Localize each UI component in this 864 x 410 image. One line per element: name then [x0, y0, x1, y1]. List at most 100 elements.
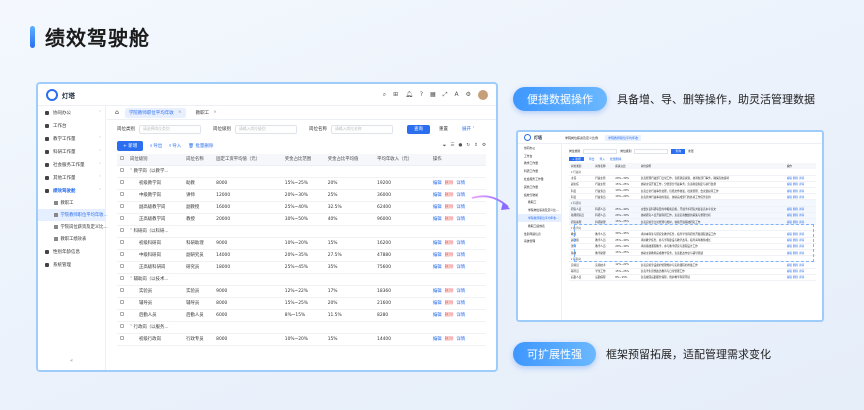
edit-link[interactable]: 编辑: [433, 313, 442, 318]
table-row[interactable]: 正高级教学岗 教授 20000 30%~50% 40% 96000 编辑 删除 详情: [117, 213, 486, 226]
group-cell[interactable]: ˅ 行政岗（以服务...: [127, 321, 486, 334]
detail-link[interactable]: 详情: [456, 301, 465, 306]
delete-link[interactable]: 删除: [445, 181, 454, 186]
table-row[interactable]: 后勤人员 后勤人员 6000 8%~15% 11.5% 8280 编辑 删除 详情: [117, 309, 486, 322]
row-select[interactable]: [117, 237, 127, 250]
collapse-button[interactable]: «: [38, 358, 105, 364]
delete-link[interactable]: 删除: [445, 289, 454, 294]
preview-table-row[interactable]: 后勤人员 后勤保障 8%~15% 负责校园后勤服务保障，维护教学科研环境 编辑 删除 详…: [569, 274, 816, 281]
edit-link[interactable]: 编辑: [433, 337, 442, 342]
preview-tab[interactable]: 学院岗位薪资及定义比例: [562, 135, 601, 141]
sidebar-item[interactable]: 其他工作量 ˅: [38, 171, 105, 184]
group-cell[interactable]: ˅ 辅助岗（以技术...: [127, 273, 486, 286]
add-button[interactable]: + 新增: [117, 141, 144, 151]
sidebar-subitem[interactable]: 学院教师职位平均年收...: [38, 209, 108, 221]
sidebar-subitem[interactable]: 教职工: [38, 197, 105, 209]
preview-import-button[interactable]: 导入: [599, 157, 605, 161]
table-row[interactable]: 中级科研岗 副研究员 14000 20%~35% 27.5% 47880 编辑 删除 详情: [117, 249, 486, 262]
avatar[interactable]: [478, 89, 488, 100]
preview-row-actions[interactable]: 编辑 删除 详情: [784, 274, 816, 281]
density-icon[interactable]: ⇕: [474, 143, 478, 149]
edit-link[interactable]: 编辑: [433, 253, 442, 258]
table-row[interactable]: 实验员 实验员 9000 12%~22% 17% 18360 编辑 删除 详情: [117, 285, 486, 298]
close-icon[interactable]: ×: [178, 110, 182, 115]
row-select[interactable]: [117, 225, 127, 238]
checkbox[interactable]: [120, 192, 124, 196]
edit-link[interactable]: 编辑: [433, 217, 442, 222]
checkbox[interactable]: [120, 288, 124, 292]
row-select[interactable]: [117, 189, 127, 202]
checkbox[interactable]: [120, 156, 124, 161]
checkbox[interactable]: [120, 216, 124, 220]
expand-filter-button[interactable]: 展开 ˅: [457, 125, 480, 134]
edit-link[interactable]: 编辑: [433, 205, 442, 210]
search-icon[interactable]: ⌕: [383, 91, 386, 99]
table-row[interactable]: 辅导员 辅导员 8000 15%~25% 20% 21600 编辑 删除 详情: [117, 297, 486, 310]
detail-link[interactable]: 详情: [456, 205, 465, 210]
font-size-icon[interactable]: A: [455, 91, 459, 98]
preview-sidebar-item[interactable]: 学院教师职位平均年收...: [518, 214, 561, 222]
detail-link[interactable]: 详情: [456, 265, 465, 270]
checkbox[interactable]: [120, 264, 124, 268]
group-cell[interactable]: ˅ 科研岗（以科研...: [127, 225, 486, 238]
job-level-input[interactable]: 请输入岗位级别: [235, 124, 297, 134]
row-select[interactable]: [117, 165, 127, 178]
delete-link[interactable]: 删除: [445, 337, 454, 342]
table-row[interactable]: ˅ 教学岗（以教学...: [117, 165, 486, 178]
preview-sidebar-item[interactable]: 教职工: [518, 199, 561, 207]
edit-link[interactable]: 编辑: [433, 241, 442, 246]
select-all-header[interactable]: [117, 154, 127, 166]
sidebar-item[interactable]: 绩效驾驶舱 ˅: [38, 184, 105, 197]
delete-link[interactable]: 删除: [445, 241, 454, 246]
apps-icon[interactable]: ⊞: [393, 91, 398, 98]
row-select[interactable]: [117, 333, 127, 346]
search-button[interactable]: 查询: [407, 124, 430, 134]
preview-add-button[interactable]: + 新增: [569, 157, 584, 161]
preview-sidebar-item[interactable]: 社会服务工作量: [518, 175, 561, 183]
detail-link[interactable]: 详情: [456, 289, 465, 294]
tab-avg-income[interactable]: 学院教师职位平均年收 ×: [124, 107, 186, 118]
row-select[interactable]: [117, 213, 127, 226]
sidebar-item[interactable]: 性别年龄信息: [38, 245, 105, 258]
settings-icon[interactable]: ⚙: [482, 143, 486, 149]
checkbox[interactable]: [120, 228, 124, 232]
row-select[interactable]: [117, 285, 127, 298]
preview-input[interactable]: [583, 148, 618, 154]
preview-reset-button[interactable]: 重置: [688, 149, 694, 153]
delete-link[interactable]: 删除: [445, 253, 454, 258]
delete-link[interactable]: 删除: [445, 193, 454, 198]
preview-batch-delete-button[interactable]: 批量删除: [610, 157, 621, 161]
preview-sidebar-item[interactable]: 绩效驾驶舱: [518, 191, 561, 199]
table-row[interactable]: 中级教学岗 讲师 12000 20%~30% 25% 36000 编辑 删除 详情: [117, 189, 486, 202]
sidebar-subitem[interactable]: 学院岗位薪资及定义比...: [38, 221, 108, 233]
table-row[interactable]: 正高级科研岗 研究员 18000 25%~45% 35% 75600 编辑 删除 详情: [117, 261, 486, 274]
row-select[interactable]: [117, 249, 127, 262]
checkbox[interactable]: [120, 204, 124, 208]
delete-link[interactable]: 删除: [445, 205, 454, 210]
edit-link[interactable]: 编辑: [433, 265, 442, 270]
reset-button[interactable]: 重置: [434, 125, 453, 134]
table-row[interactable]: 副高级教学岗 副教授 16000 25%~40% 32.5% 62400 编辑 删除 详情: [117, 201, 486, 214]
preview-input[interactable]: [634, 148, 669, 154]
row-select[interactable]: [117, 273, 127, 286]
github-icon[interactable]: ●: [458, 143, 462, 149]
sidebar-item[interactable]: 教学工作量 ˅: [38, 132, 105, 145]
checkbox[interactable]: [120, 240, 124, 244]
detail-link[interactable]: 详情: [456, 193, 465, 198]
export-button[interactable]: ⭳ 导出: [150, 142, 162, 150]
table-row[interactable]: ˅ 辅助岗（以技术...: [117, 273, 486, 286]
preview-sidebar-item[interactable]: 协同办公: [518, 144, 561, 152]
close-icon[interactable]: ×: [213, 110, 217, 115]
sidebar-item[interactable]: 协同办公 ˅: [38, 106, 105, 119]
edit-link[interactable]: 编辑: [433, 289, 442, 294]
delete-link[interactable]: 删除: [445, 313, 454, 318]
edit-link[interactable]: 编辑: [433, 181, 442, 186]
import-button[interactable]: ⭱ 导入: [169, 142, 181, 150]
job-name-input[interactable]: 请输入岗位名称: [331, 124, 393, 134]
checkbox[interactable]: [120, 276, 124, 280]
preview-sidebar-item[interactable]: 科研工作量: [518, 167, 561, 175]
fullscreen-icon[interactable]: ⤢: [443, 91, 448, 99]
checkbox[interactable]: [120, 336, 124, 340]
batch-delete-button[interactable]: 🗑︎ 批量删除: [188, 143, 213, 149]
row-select[interactable]: [117, 177, 127, 190]
